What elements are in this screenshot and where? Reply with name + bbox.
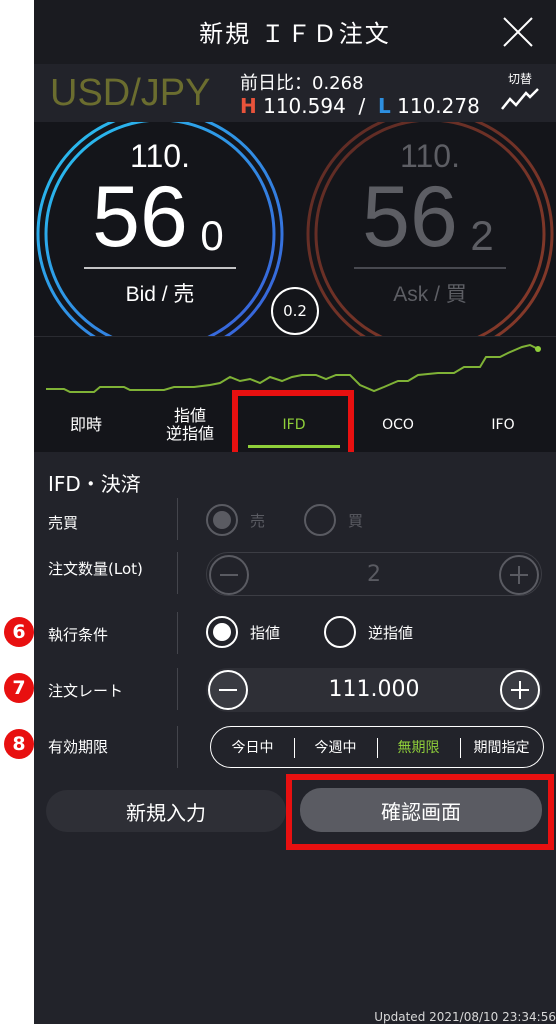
divider bbox=[177, 612, 178, 654]
ask-label: Ask / 買 bbox=[393, 283, 467, 306]
tab-limit-stop[interactable]: 指値 逆指値 bbox=[138, 398, 242, 452]
expiry-today[interactable]: 今日中 bbox=[211, 727, 294, 767]
expiry-this-week[interactable]: 今週中 bbox=[294, 727, 377, 767]
bid-label: Bid / 売 bbox=[125, 283, 195, 306]
rate-minus-button[interactable] bbox=[208, 670, 248, 710]
section-title: IFD・決済 bbox=[48, 472, 141, 496]
radio-stop[interactable]: 逆指値 bbox=[324, 616, 413, 648]
low-label: L bbox=[378, 94, 391, 118]
currency-pair-bar: USD/JPY 前日比：0.268 H 110.594 / L 110.278 … bbox=[34, 64, 556, 122]
side-label: 売買 bbox=[48, 514, 79, 532]
app-screen: 新規 ＩＦＤ注文 USD/JPY 前日比：0.268 H 110.594 / L… bbox=[34, 0, 556, 1024]
radio-sell[interactable]: 売 bbox=[206, 504, 265, 536]
radio-sell-indicator bbox=[206, 504, 238, 536]
rate-value[interactable]: 111.000 bbox=[256, 677, 492, 702]
expiry-specify[interactable]: 期間指定 bbox=[460, 727, 543, 767]
expiry-segment: 今日中 今週中 無期限 期間指定 bbox=[210, 726, 544, 768]
quantity-stepper[interactable]: 2 bbox=[206, 552, 542, 596]
quantity-label: 注文数量(Lot) bbox=[48, 560, 143, 578]
quantity-plus-button[interactable] bbox=[499, 555, 539, 595]
annotation-badge-7: 7 bbox=[4, 673, 34, 703]
rate-panel: 110. 56 0 Bid / 売 110. 56 2 Ask / 買 0.2 bbox=[34, 122, 556, 336]
order-form: IFD・決済 売買 売 買 注文数量(Lot) 2 執行条件 指値 逆指値 注文… bbox=[34, 452, 556, 1024]
chart-switch-icon bbox=[501, 88, 539, 110]
high-low: H 110.594 / L 110.278 bbox=[240, 94, 480, 118]
bid-sub: 0 bbox=[200, 212, 224, 259]
radio-stop-label: 逆指値 bbox=[368, 623, 414, 642]
divider bbox=[177, 552, 178, 594]
radio-buy[interactable]: 買 bbox=[304, 504, 363, 536]
expiry-unlimited[interactable]: 無期限 bbox=[377, 727, 460, 767]
new-input-button[interactable]: 新規入力 bbox=[46, 790, 286, 832]
switch-button[interactable]: 切替 bbox=[498, 70, 542, 116]
radio-limit-label: 指値 bbox=[250, 623, 281, 642]
divider bbox=[177, 498, 178, 540]
day-change-label: 前日比： bbox=[240, 73, 312, 94]
annotation-badge-6: 6 bbox=[4, 617, 34, 647]
rate-label: 注文レート bbox=[48, 682, 124, 700]
page-title: 新規 ＩＦＤ注文 bbox=[199, 20, 391, 48]
close-icon[interactable] bbox=[502, 16, 534, 48]
radio-buy-label: 買 bbox=[348, 511, 364, 530]
tab-market[interactable]: 即時 bbox=[34, 398, 138, 452]
high-low-separator: / bbox=[358, 94, 366, 118]
annotation-badge-8: 8 bbox=[4, 729, 34, 759]
radio-stop-indicator bbox=[324, 616, 356, 648]
switch-label: 切替 bbox=[507, 72, 532, 86]
tick-chart bbox=[34, 336, 556, 398]
day-change-value: 0.268 bbox=[312, 73, 364, 94]
highlight-box-ifd bbox=[232, 390, 354, 460]
rate-stepper[interactable]: 111.000 bbox=[206, 668, 542, 712]
expiry-label: 有効期限 bbox=[48, 738, 109, 756]
divider bbox=[177, 726, 178, 768]
radio-buy-indicator bbox=[304, 504, 336, 536]
header: 新規 ＩＦＤ注文 bbox=[34, 0, 556, 64]
highlight-box-confirm bbox=[286, 774, 554, 850]
low-value: 110.278 bbox=[397, 94, 480, 118]
radio-limit[interactable]: 指値 bbox=[206, 616, 280, 648]
tab-oco[interactable]: OCO bbox=[346, 398, 450, 452]
divider bbox=[177, 668, 178, 710]
quantity-value: 2 bbox=[367, 562, 381, 587]
radio-sell-label: 売 bbox=[250, 511, 266, 530]
ask-sub: 2 bbox=[470, 212, 494, 259]
quantity-minus-button[interactable] bbox=[209, 555, 249, 595]
radio-limit-indicator bbox=[206, 616, 238, 648]
rate-plus-button[interactable] bbox=[500, 670, 540, 710]
condition-label: 執行条件 bbox=[48, 626, 109, 644]
currency-pair-symbol: USD/JPY bbox=[50, 72, 211, 114]
high-value: 110.594 bbox=[263, 94, 346, 118]
high-label: H bbox=[240, 94, 257, 118]
ask-main: 56 bbox=[362, 169, 458, 265]
day-change: 前日比：0.268 bbox=[240, 69, 364, 95]
updated-timestamp: Updated 2021/08/10 23:34:56 bbox=[374, 1010, 556, 1024]
bid-main: 56 bbox=[92, 169, 188, 265]
tab-ifo[interactable]: IFO bbox=[450, 398, 556, 452]
spread-badge: 0.2 bbox=[271, 287, 319, 335]
